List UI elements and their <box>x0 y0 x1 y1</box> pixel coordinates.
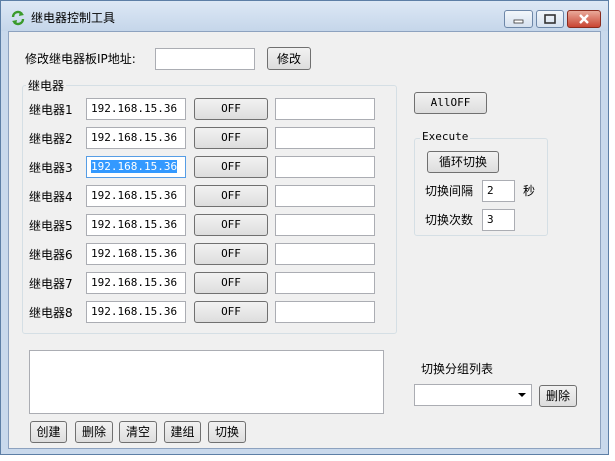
create-button[interactable]: 创建 <box>30 421 67 443</box>
relay-off-button[interactable]: OFF <box>194 98 268 120</box>
group-delete-button[interactable]: 删除 <box>539 385 577 407</box>
relay-status-field[interactable] <box>275 185 375 207</box>
relay-off-button[interactable]: OFF <box>194 127 268 149</box>
relay-ip-input[interactable]: 192.168.15.36 <box>86 272 186 294</box>
relay-off-button[interactable]: OFF <box>194 185 268 207</box>
switch-button[interactable]: 切换 <box>208 421 246 443</box>
relay-status-field[interactable] <box>275 214 375 236</box>
ip-modify-input[interactable] <box>155 48 255 70</box>
close-button[interactable] <box>567 10 601 28</box>
count-label: 切换次数 <box>425 213 474 227</box>
main-window: 继电器控制工具 修改继电器板IP地址: 修改 继电器 AllOFF Execut… <box>0 0 609 455</box>
clear-button[interactable]: 清空 <box>119 421 157 443</box>
count-input[interactable]: 3 <box>482 209 515 231</box>
cycle-switch-button[interactable]: 循环切换 <box>427 151 499 173</box>
modify-ip-button[interactable]: 修改 <box>267 47 311 70</box>
interval-unit: 秒 <box>523 184 536 198</box>
relay-off-button[interactable]: OFF <box>194 272 268 294</box>
close-icon <box>579 14 589 24</box>
interval-input[interactable]: 2 <box>482 180 515 202</box>
group-list-select[interactable] <box>414 384 532 406</box>
relay-ip-input[interactable]: 192.168.15.36 <box>86 214 186 236</box>
ip-modify-label: 修改继电器板IP地址: <box>25 52 136 66</box>
relay-ip-input[interactable]: 192.168.15.36 <box>86 156 186 178</box>
relay-label: 继电器3 <box>29 161 73 175</box>
delete-button[interactable]: 删除 <box>75 421 113 443</box>
relay-ip-input[interactable]: 192.168.15.36 <box>86 301 186 323</box>
relay-status-field[interactable] <box>275 98 375 120</box>
relay-off-button[interactable]: OFF <box>194 156 268 178</box>
refresh-app-icon <box>11 10 25 26</box>
execute-group-label: Execute <box>420 130 471 143</box>
relay-label: 继电器7 <box>29 277 73 291</box>
relay-status-field[interactable] <box>275 301 375 323</box>
maximize-icon <box>544 14 556 24</box>
relay-off-button[interactable]: OFF <box>194 301 268 323</box>
relay-status-field[interactable] <box>275 127 375 149</box>
relay-status-field[interactable] <box>275 243 375 265</box>
minimize-icon <box>513 19 524 24</box>
minimize-button[interactable] <box>504 10 533 28</box>
title-bar[interactable]: 继电器控制工具 <box>1 1 608 31</box>
relay-ip-input[interactable]: 192.168.15.36 <box>86 98 186 120</box>
client-area: 修改继电器板IP地址: 修改 继电器 AllOFF Execute 循环切换 切… <box>8 31 601 449</box>
relay-label: 继电器1 <box>29 103 73 117</box>
relay-label: 继电器5 <box>29 219 73 233</box>
relay-status-field[interactable] <box>275 272 375 294</box>
all-off-button[interactable]: AllOFF <box>414 92 487 114</box>
window-title: 继电器控制工具 <box>31 11 116 25</box>
chevron-down-icon <box>518 393 526 397</box>
relay-off-button[interactable]: OFF <box>194 214 268 236</box>
relay-status-field[interactable] <box>275 156 375 178</box>
relay-group-label: 继电器 <box>26 77 67 94</box>
relay-off-button[interactable]: OFF <box>194 243 268 265</box>
relay-ip-input[interactable]: 192.168.15.36 <box>86 243 186 265</box>
group-memo[interactable] <box>29 350 384 414</box>
relay-ip-selected-text: 192.168.15.36 <box>91 160 178 173</box>
maximize-button[interactable] <box>536 10 564 28</box>
relay-ip-input[interactable]: 192.168.15.36 <box>86 185 186 207</box>
build-group-button[interactable]: 建组 <box>164 421 201 443</box>
relay-label: 继电器2 <box>29 132 73 146</box>
interval-label: 切换间隔 <box>425 184 474 198</box>
relay-ip-input[interactable]: 192.168.15.36 <box>86 127 186 149</box>
relay-label: 继电器8 <box>29 306 73 320</box>
relay-group <box>22 85 397 334</box>
group-list-label: 切换分组列表 <box>421 362 494 376</box>
relay-label: 继电器6 <box>29 248 73 262</box>
relay-label: 继电器4 <box>29 190 73 204</box>
